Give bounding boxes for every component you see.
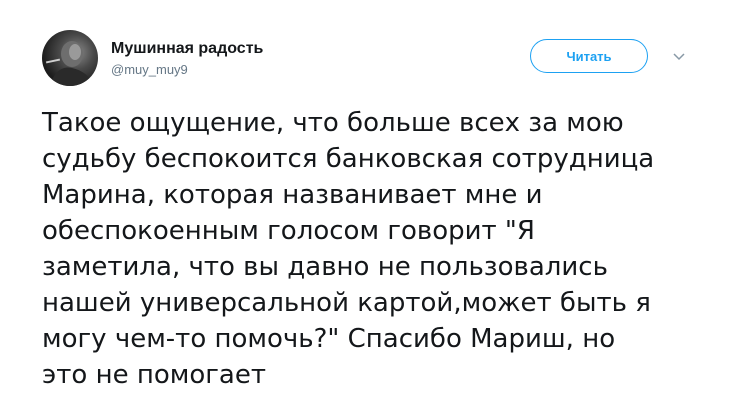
tweet-text-line: заметила, что вы давно не пользовались xyxy=(42,252,608,282)
display-name[interactable]: Мушинная радость xyxy=(111,40,263,58)
follow-button[interactable]: Читать xyxy=(530,39,648,73)
user-handle[interactable]: @muy_muy9 xyxy=(111,62,188,77)
avatar[interactable] xyxy=(42,30,98,86)
tweet-text-line: могу чем-то помочь?" Спасибо Мариш, но xyxy=(42,324,616,354)
tweet-text-line: судьбу беспокоится банковская сотрудница xyxy=(42,144,655,174)
avatar-image xyxy=(45,41,94,86)
tweet-text-line: обеспокоенным голосом говорит "Я xyxy=(42,216,535,246)
chevron-down-icon xyxy=(673,53,685,61)
tweet-text-line: Марина, которая названивает мне и xyxy=(42,180,543,210)
tweet-text: Такое ощущение, что больше всех за мою с… xyxy=(42,105,722,393)
tweet-card: Мушинная радость @muy_muy9 Читать Такое … xyxy=(0,0,730,410)
tweet-text-line: нашей универсальной картой,может быть я xyxy=(42,288,651,318)
tweet-menu-button[interactable] xyxy=(670,48,688,66)
tweet-text-line: это не помогает xyxy=(42,360,267,390)
tweet-text-line: Такое ощущение, что больше всех за мою xyxy=(42,108,624,138)
